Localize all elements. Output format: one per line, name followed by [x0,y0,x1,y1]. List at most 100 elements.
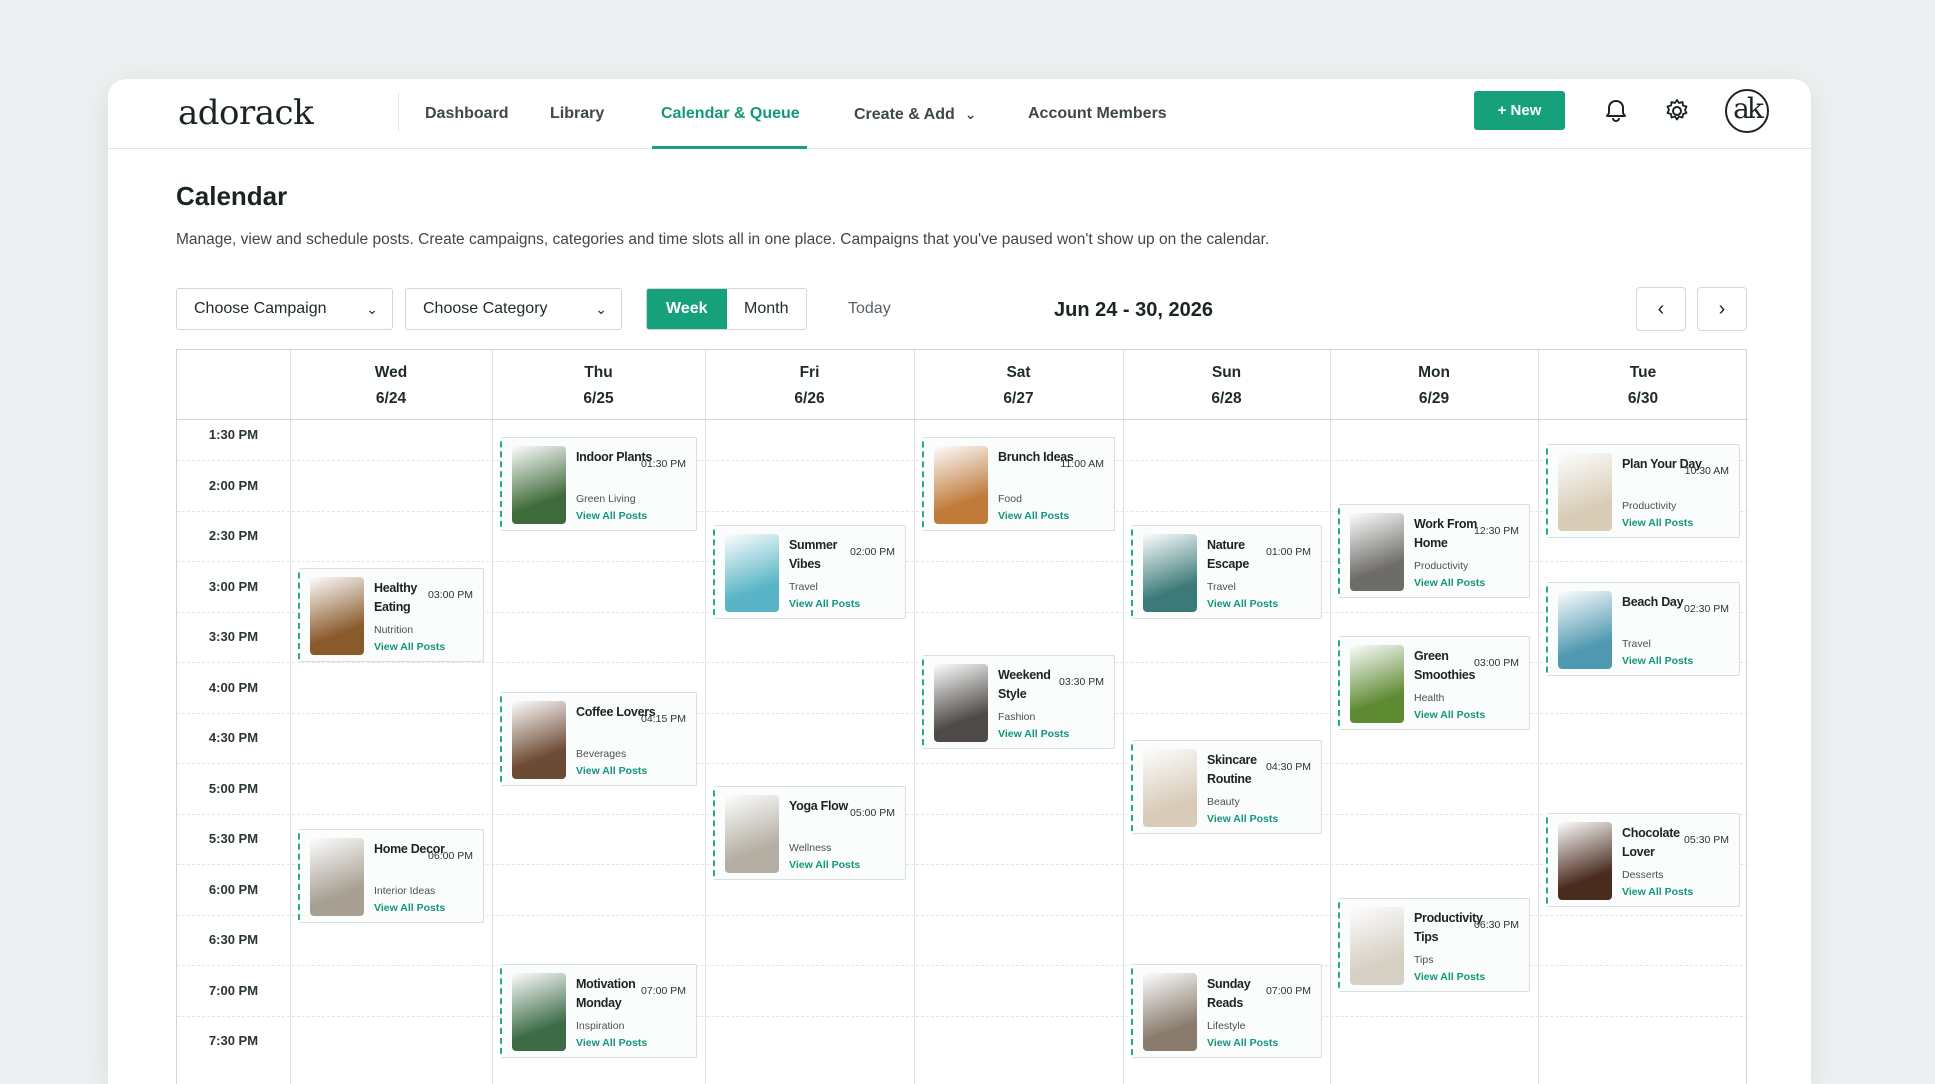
avatar-initials: ak [1733,92,1764,125]
time-slot-label: 4:30 PM [208,730,259,745]
week-view-button[interactable]: Week [647,289,727,329]
post-time: 06:30 PM [1474,918,1519,931]
post-card[interactable]: Weekend Style 03:30 PM Fashion View All Pos… [922,655,1115,750]
day-date: 6/24 [375,390,407,407]
time-slot-label: 1:30 PM [208,427,259,442]
brand-logo[interactable]: adorack [178,93,314,133]
post-card[interactable]: Brunch Ideas 11:00 AM Food View All Posts [922,437,1115,532]
time-slot-label: 7:30 PM [208,1033,259,1048]
new-button[interactable]: + New [1474,91,1565,130]
view-all-posts-link[interactable]: View All Posts [789,859,860,871]
post-card[interactable]: Work From Home 12:30 PM Productivity View A… [1338,503,1530,598]
post-category: Green Living [576,493,636,506]
time-row-divider [177,813,1748,815]
view-all-posts-link[interactable]: View All Posts [1622,517,1693,529]
post-category: Lifestyle [1207,1020,1246,1033]
date-range: Jun 24 - 30, 2026 [1054,299,1213,321]
post-category: Travel [1207,581,1236,594]
smoothie-thumbnail [1350,645,1404,724]
prev-week-button[interactable]: ‹ [1636,287,1686,331]
today-button[interactable]: Today [848,288,891,330]
chevron-down-icon: ⌄ [366,301,378,317]
salad-thumbnail [310,577,364,656]
post-card[interactable]: Green Smoothies 03:00 PM Health View All Po… [1338,636,1530,731]
lake-thumbnail [1143,534,1197,613]
coffee-thumbnail [512,700,566,779]
month-view-button[interactable]: Month [727,289,807,329]
time-slot-label: 2:00 PM [208,477,259,493]
time-slot-label: 6:00 PM [208,881,259,897]
reading-thumbnail [1143,973,1197,1052]
post-time: 01:00 PM [1266,546,1311,559]
post-card[interactable]: Home Decor 06:00 PM Interior Ideas View All… [298,829,484,924]
day-date: 6/29 [1418,390,1450,407]
post-time: 11:00 AM [1060,458,1104,471]
post-category: Fashion [998,711,1036,724]
view-all-posts-link[interactable]: View All Posts [1622,655,1693,667]
post-card[interactable]: Summer Vibes 02:00 PM Travel View All Posts [713,525,906,620]
view-all-posts-link[interactable]: View All Posts [374,902,445,914]
post-time: 05:30 PM [1684,833,1729,846]
post-category: Wellness [789,841,832,854]
day-header-fri: Fri 6/26 [705,350,914,419]
day-header-wed: Wed 6/24 [290,350,492,419]
nav-library[interactable]: Library [550,79,604,149]
time-slot-label: 3:00 PM [208,578,259,594]
view-all-posts-link[interactable]: View All Posts [576,765,647,777]
nav-calendar-queue[interactable]: Calendar & Queue [661,79,800,149]
app-window: adorack Dashboard Library Calendar & Que… [108,79,1811,1084]
campaign-select[interactable]: Choose Campaign ⌄ [176,288,393,330]
day-header-sun: Sun 6/28 [1123,350,1330,419]
nav-account-members[interactable]: Account Members [1028,79,1167,149]
view-all-posts-link[interactable]: View All Posts [789,598,860,610]
post-card[interactable]: Sunday Reads 07:00 PM Lifestyle View All Po… [1131,964,1322,1059]
view-all-posts-link[interactable]: View All Posts [1622,886,1693,898]
post-card[interactable]: Coffee Lovers 04:15 PM Beverages View All P… [500,691,697,786]
post-card[interactable]: Chocolate Lover 05:30 PM Desserts View All … [1546,812,1740,907]
post-category: Productivity [1414,559,1469,572]
yoga-thumbnail [725,794,779,873]
day-header-mon: Mon 6/29 [1330,350,1538,419]
post-card[interactable]: Healthy Eating 03:00 PM Nutrition View All … [298,568,484,663]
user-avatar[interactable]: ak [1725,89,1769,133]
post-card[interactable]: Beach Day 02:30 PM Travel View All Posts [1546,581,1740,676]
bell-icon[interactable] [1602,97,1630,125]
post-card[interactable]: Plan Your Day 10:30 AM Productivity View Al… [1546,444,1740,539]
post-card[interactable]: Nature Escape 01:00 PM Travel View All Post… [1131,525,1322,620]
day-date: 6/26 [794,390,825,407]
nav-create-add[interactable]: Create & Add ⌄ [854,79,977,149]
view-all-posts-link[interactable]: View All Posts [998,728,1069,740]
post-card[interactable]: Yoga Flow 05:00 PM Wellness View All Posts [713,785,906,880]
view-all-posts-link[interactable]: View All Posts [1414,971,1485,983]
view-all-posts-link[interactable]: View All Posts [998,510,1069,522]
time-row-divider [177,763,1748,765]
nav-dashboard[interactable]: Dashboard [425,79,509,149]
view-all-posts-link[interactable]: View All Posts [374,641,445,653]
view-all-posts-link[interactable]: View All Posts [1414,577,1485,589]
post-time: 10:30 AM [1684,465,1729,478]
view-all-posts-link[interactable]: View All Posts [576,1037,647,1049]
day-date: 6/28 [1211,390,1242,407]
post-time: 06:00 PM [428,850,473,863]
next-week-button[interactable]: › [1697,287,1747,331]
post-card[interactable]: Indoor Plants 01:30 PM Green Living View Al… [500,437,697,532]
day-date: 6/25 [583,390,614,407]
page-description: Manage, view and schedule posts. Create … [176,231,1270,248]
post-time: 07:00 PM [641,985,686,998]
quote-thumbnail [512,973,566,1052]
view-all-posts-link[interactable]: View All Posts [1207,598,1278,610]
post-card[interactable]: Productivity Tips 06:30 PM Tips View All Po… [1338,897,1530,992]
post-card[interactable]: Skincare Routine 04:30 PM Beauty View All P… [1131,740,1322,835]
post-category: Health [1414,692,1445,705]
view-all-posts-link[interactable]: View All Posts [576,510,647,522]
post-time: 12:30 PM [1474,524,1519,537]
gear-icon[interactable] [1663,97,1691,125]
plant-thumbnail [512,446,566,525]
post-card[interactable]: Motivation Monday 07:00 PM Inspiration View… [500,964,697,1059]
category-select[interactable]: Choose Category ⌄ [405,288,622,330]
view-all-posts-link[interactable]: View All Posts [1207,813,1278,825]
view-all-posts-link[interactable]: View All Posts [1414,709,1485,721]
top-navigation: adorack Dashboard Library Calendar & Que… [108,79,1811,149]
view-all-posts-link[interactable]: View All Posts [1207,1037,1278,1049]
active-tab-indicator [652,146,807,149]
